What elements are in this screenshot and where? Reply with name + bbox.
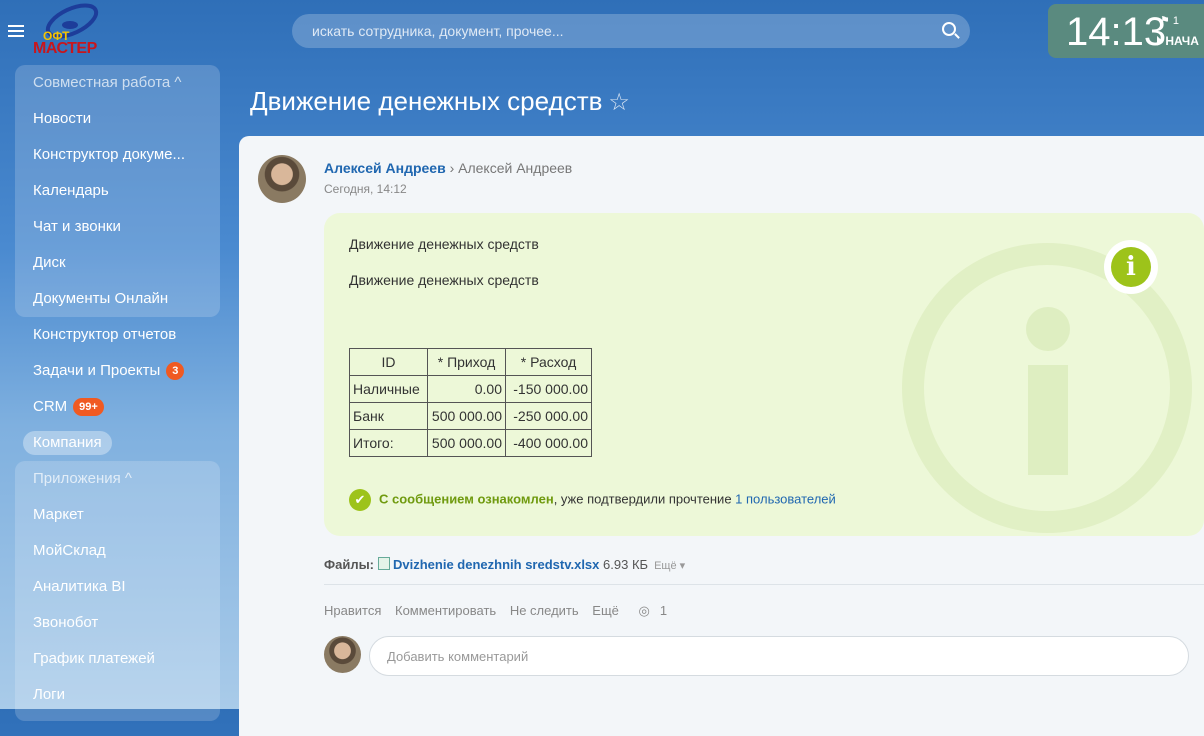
- sidebar-item-company[interactable]: Компания: [15, 425, 220, 461]
- read-confirmation: ✔ С сообщением ознакомлен, уже подтвердил…: [349, 489, 836, 511]
- like-button[interactable]: Нравится: [324, 603, 381, 618]
- file-more-button[interactable]: Ещё ▾: [654, 560, 685, 572]
- table-row: Итого: 500 000.00 -400 000.00: [349, 429, 592, 457]
- message-body: Движение денежных средств: [349, 272, 539, 288]
- divider: [324, 584, 1204, 585]
- message-title: Движение денежных средств: [349, 236, 539, 252]
- message-box: i Движение денежных средств Движение ден…: [324, 213, 1204, 536]
- sidebar-item-calendar[interactable]: Календарь: [15, 173, 220, 209]
- post-card: Алексей Андреев › Алексей Андреев Сегодн…: [239, 136, 1204, 736]
- check-icon: ✔: [349, 489, 371, 511]
- comment-button[interactable]: Комментировать: [395, 603, 496, 618]
- clock-widget[interactable]: 14:13 ⚑ 1 ⏵ НАЧА: [1048, 4, 1204, 58]
- sidebar-item-news[interactable]: Новости: [15, 101, 220, 137]
- readers-link[interactable]: 1 пользователей: [735, 491, 836, 506]
- table-row: Наличные 0.00 -150 000.00: [349, 375, 592, 403]
- comment-avatar: [324, 636, 361, 673]
- sidebar-item-docs-online[interactable]: Документы Онлайн: [15, 281, 220, 317]
- flag-icon: ⚑ 1: [1160, 15, 1180, 27]
- page-title: Движение денежных средств ☆: [250, 86, 630, 116]
- menu-icon[interactable]: [8, 25, 24, 37]
- sidebar-item-zvonobot[interactable]: Звонобот: [15, 605, 220, 641]
- unfollow-button[interactable]: Не следить: [510, 603, 579, 618]
- sidebar-group-collab[interactable]: Совместная работа ^: [15, 65, 220, 101]
- author-link[interactable]: Алексей Андреев: [324, 160, 446, 176]
- logo[interactable]: ОФТ МАСТЕР: [30, 3, 100, 59]
- sidebar-item-payments[interactable]: График платежей: [15, 641, 220, 677]
- excel-file-icon: [378, 557, 391, 570]
- count-badge: 3: [166, 362, 185, 381]
- sidebar-item-chat[interactable]: Чат и звонки: [15, 209, 220, 245]
- search-icon[interactable]: [942, 22, 956, 36]
- sidebar-item-tasks[interactable]: Задачи и Проекты 3: [15, 353, 220, 389]
- table-row: Банк 500 000.00 -250 000.00: [349, 402, 592, 430]
- avatar[interactable]: [258, 155, 306, 203]
- sidebar-item-bi[interactable]: Аналитика BI: [15, 569, 220, 605]
- more-button[interactable]: Ещё: [592, 603, 619, 618]
- sidebar-item-logs[interactable]: Логи: [15, 677, 220, 713]
- sidebar-item-doc-constructor[interactable]: Конструктор докуме...: [15, 137, 220, 173]
- post-date: Сегодня, 14:12: [324, 182, 407, 196]
- eye-icon: ◎: [638, 603, 650, 618]
- sidebar-item-report-constructor[interactable]: Конструктор отчетов: [15, 317, 220, 353]
- comment-input[interactable]: Добавить комментарий: [369, 636, 1189, 676]
- views-count: ◎ 1: [638, 603, 668, 618]
- sidebar-item-market[interactable]: Маркет: [15, 497, 220, 533]
- sidebar-item-moysklad[interactable]: МойСклад: [15, 533, 220, 569]
- star-icon[interactable]: ☆: [608, 89, 630, 116]
- sidebar-group-apps[interactable]: Приложения ^: [15, 461, 220, 497]
- start-workday-button[interactable]: ⏵ НАЧА: [1156, 34, 1199, 49]
- count-badge: 99+: [73, 398, 104, 417]
- cash-flow-table: ID * Приход * Расход Наличные 0.00 -150 000.…: [349, 348, 592, 457]
- info-icon: i: [1104, 240, 1158, 294]
- sidebar-item-crm[interactable]: CRM 99+: [15, 389, 220, 425]
- file-link[interactable]: Dvizhenie denezhnih sredstv.xlsx: [393, 557, 599, 572]
- sidebar: Совместная работа ^ Новости Конструктор …: [15, 65, 220, 721]
- recipient[interactable]: Алексей Андреев: [458, 160, 572, 176]
- sidebar-item-disk[interactable]: Диск: [15, 245, 220, 281]
- search-input[interactable]: искать сотрудника, документ, прочее...: [292, 14, 970, 48]
